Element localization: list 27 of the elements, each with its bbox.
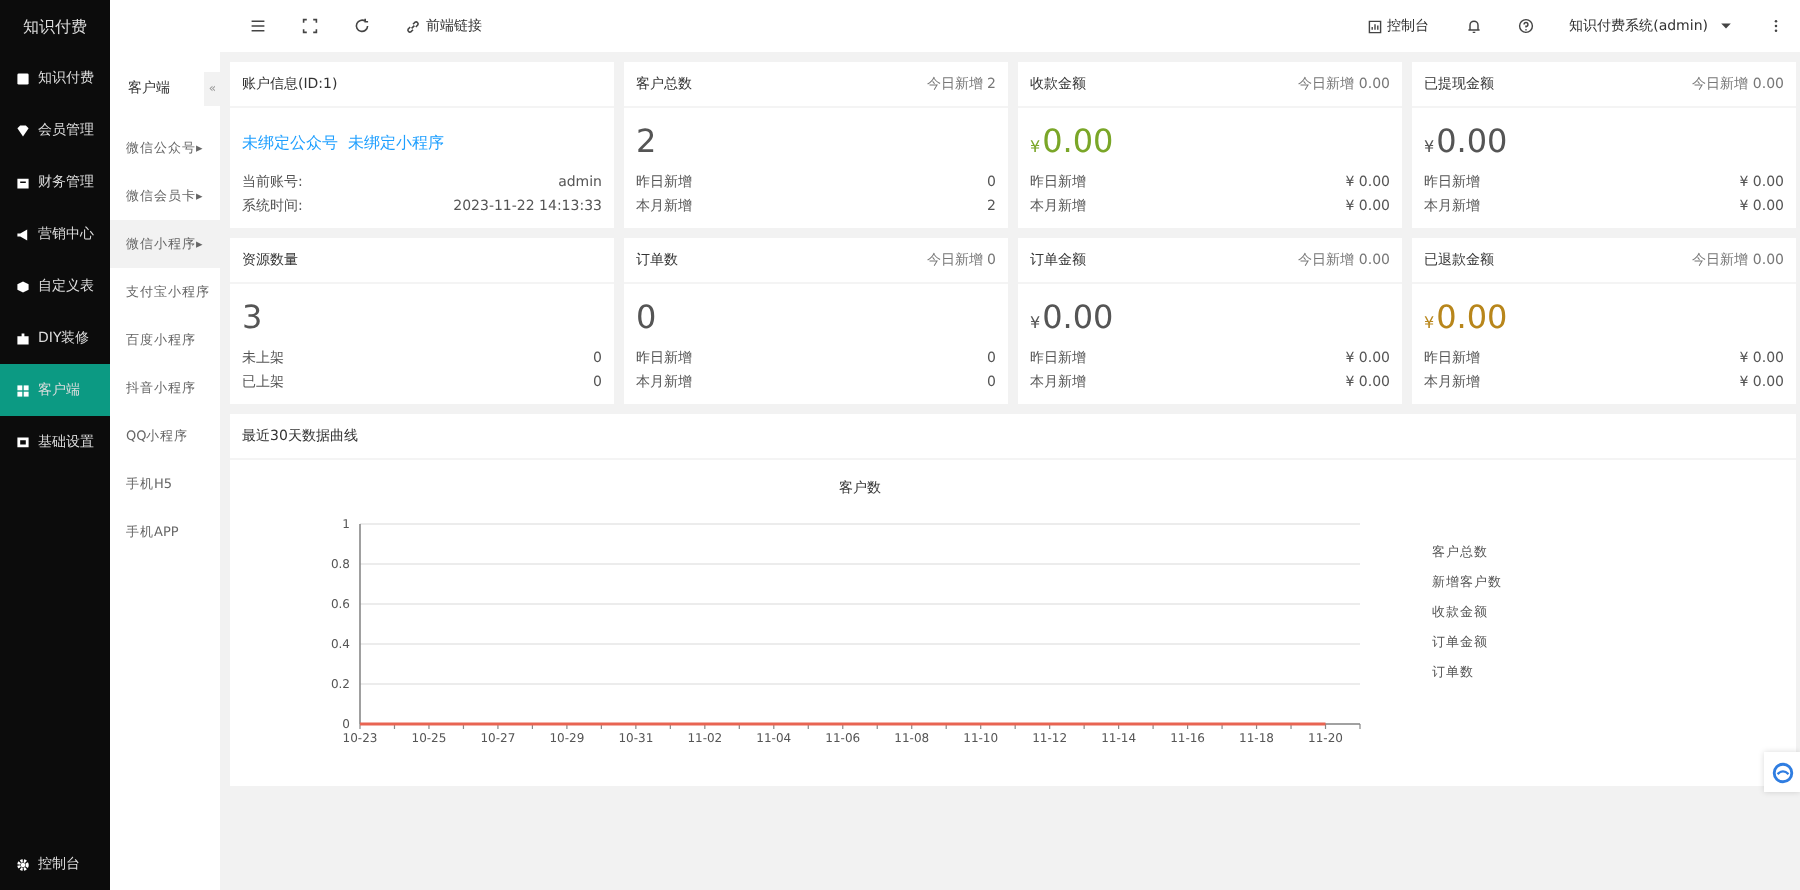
settings-icon (16, 857, 30, 871)
stat-value: ¥0.00 (1030, 122, 1116, 160)
grid-icon (16, 383, 30, 397)
assistant-icon (1771, 761, 1793, 783)
refresh-icon[interactable] (354, 18, 370, 34)
notification-icon[interactable] (1465, 18, 1482, 34)
app-title: 知识付费 (21, 15, 89, 39)
puzzle-icon (16, 331, 30, 345)
stat-value: 2 (636, 122, 659, 160)
help-icon[interactable] (1517, 18, 1534, 34)
stat-value: ¥0.00 (1424, 298, 1510, 336)
stat-value: ¥0.00 (1424, 122, 1510, 160)
menu-icon[interactable] (250, 18, 266, 34)
chart-icon (1367, 19, 1382, 33)
stat-value: 3 (242, 298, 265, 336)
link-icon (406, 19, 420, 33)
assistant-button[interactable] (1764, 752, 1800, 792)
cube-icon (16, 279, 30, 293)
caret-icon (1720, 22, 1732, 30)
monitor-icon (16, 435, 30, 449)
wallet-icon (16, 175, 30, 189)
stat-value: ¥0.00 (1030, 298, 1116, 336)
fullscreen-icon[interactable] (302, 18, 318, 34)
stat-value: 0 (636, 298, 659, 336)
megaphone-icon (16, 227, 30, 241)
book-icon (16, 71, 30, 85)
diamond-icon (16, 123, 30, 137)
